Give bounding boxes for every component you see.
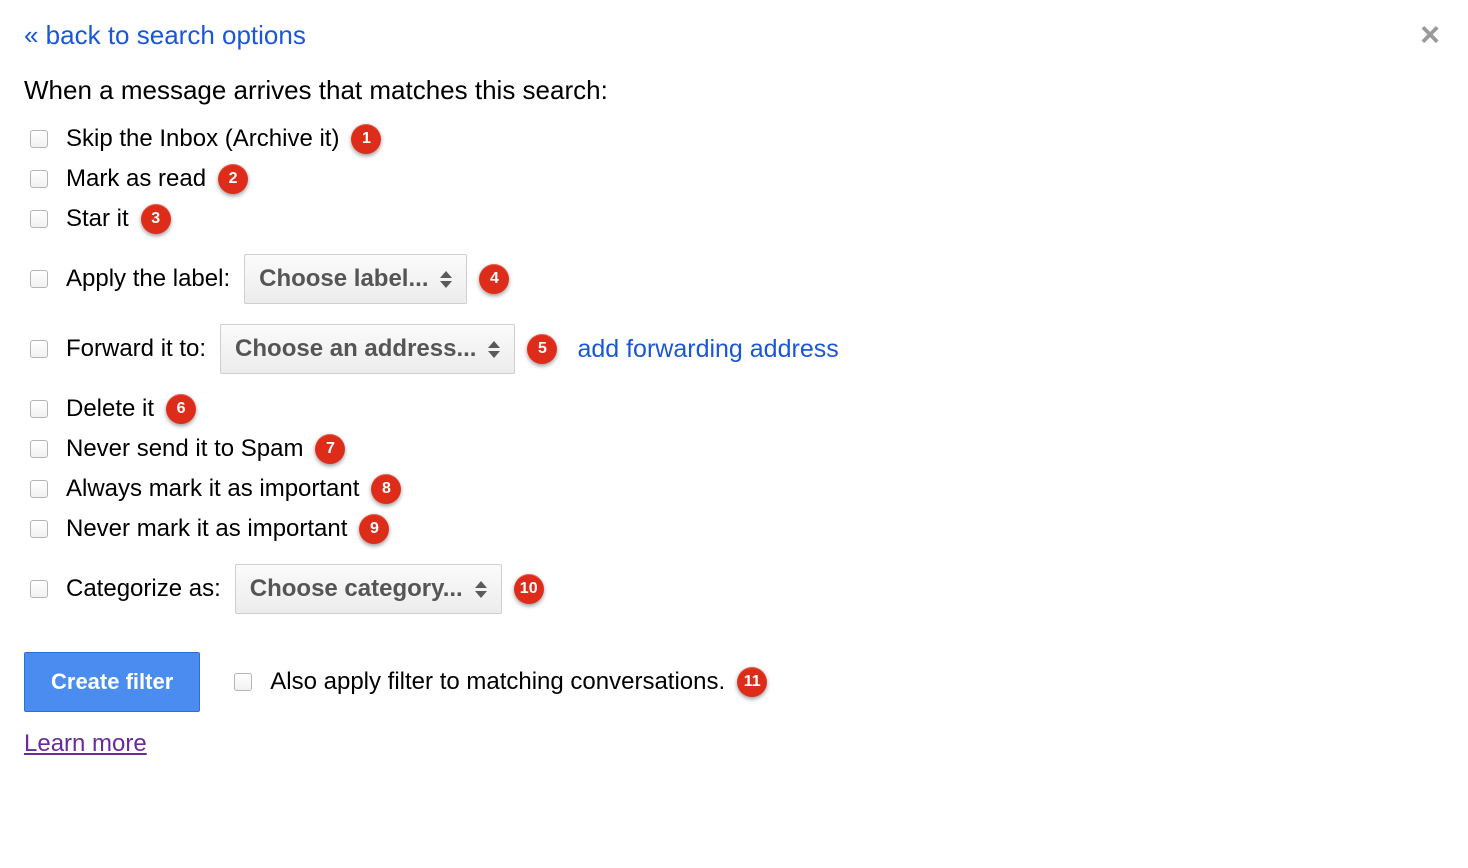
annotation-badge: 4 xyxy=(479,264,509,294)
stepper-icon xyxy=(488,341,500,358)
checkbox-categorize-as[interactable] xyxy=(30,580,48,598)
label-skip-inbox: Skip the Inbox (Archive it) xyxy=(66,125,339,153)
add-forwarding-address-link[interactable]: add forwarding address xyxy=(577,335,838,364)
option-apply-label: Apply the label: Choose label... 4 xyxy=(24,254,1444,304)
label-never-spam: Never send it to Spam xyxy=(66,435,303,463)
checkbox-forward-to[interactable] xyxy=(30,340,48,358)
stepper-icon xyxy=(475,581,487,598)
label-categorize-as: Categorize as: xyxy=(66,575,221,603)
option-star-it: Star it 3 xyxy=(24,204,1444,234)
annotation-badge: 5 xyxy=(527,334,557,364)
checkbox-delete-it[interactable] xyxy=(30,400,48,418)
back-to-search-link[interactable]: « back to search options xyxy=(24,20,306,51)
filter-heading: When a message arrives that matches this… xyxy=(24,75,1444,106)
learn-more-link[interactable]: Learn more xyxy=(24,730,147,758)
checkbox-never-spam[interactable] xyxy=(30,440,48,458)
checkbox-star-it[interactable] xyxy=(30,210,48,228)
option-categorize-as: Categorize as: Choose category... 10 xyxy=(24,564,1444,614)
annotation-badge: 9 xyxy=(359,514,389,544)
label-forward-to: Forward it to: xyxy=(66,335,206,363)
annotation-badge: 2 xyxy=(218,164,248,194)
option-always-important: Always mark it as important 8 xyxy=(24,474,1444,504)
label-delete-it: Delete it xyxy=(66,395,154,423)
checkbox-always-important[interactable] xyxy=(30,480,48,498)
select-choose-label[interactable]: Choose label... xyxy=(244,254,467,304)
label-also-apply: Also apply filter to matching conversati… xyxy=(270,668,725,696)
label-apply-label: Apply the label: xyxy=(66,265,230,293)
label-always-important: Always mark it as important xyxy=(66,475,359,503)
stepper-icon xyxy=(440,271,452,288)
option-skip-inbox: Skip the Inbox (Archive it) 1 xyxy=(24,124,1444,154)
label-never-important: Never mark it as important xyxy=(66,515,347,543)
annotation-badge: 8 xyxy=(371,474,401,504)
select-choose-category[interactable]: Choose category... xyxy=(235,564,502,614)
checkbox-mark-read[interactable] xyxy=(30,170,48,188)
annotation-badge: 3 xyxy=(141,204,171,234)
label-star-it: Star it xyxy=(66,205,129,233)
option-never-spam: Never send it to Spam 7 xyxy=(24,434,1444,464)
create-filter-button[interactable]: Create filter xyxy=(24,652,200,712)
checkbox-never-important[interactable] xyxy=(30,520,48,538)
option-never-important: Never mark it as important 9 xyxy=(24,514,1444,544)
select-choose-category-text: Choose category... xyxy=(250,575,463,603)
annotation-badge: 1 xyxy=(351,124,381,154)
option-delete-it: Delete it 6 xyxy=(24,394,1444,424)
annotation-badge: 11 xyxy=(737,667,767,697)
checkbox-apply-label[interactable] xyxy=(30,270,48,288)
label-mark-read: Mark as read xyxy=(66,165,206,193)
checkbox-also-apply[interactable] xyxy=(234,673,252,691)
select-choose-label-text: Choose label... xyxy=(259,265,428,293)
checkbox-skip-inbox[interactable] xyxy=(30,130,48,148)
annotation-badge: 6 xyxy=(166,394,196,424)
select-choose-address-text: Choose an address... xyxy=(235,335,476,363)
annotation-badge: 10 xyxy=(514,574,544,604)
close-icon[interactable]: × xyxy=(1420,18,1440,52)
annotation-badge: 7 xyxy=(315,434,345,464)
option-mark-read: Mark as read 2 xyxy=(24,164,1444,194)
option-forward-to: Forward it to: Choose an address... 5 ad… xyxy=(24,324,1444,374)
footer-row: Create filter Also apply filter to match… xyxy=(24,652,1444,712)
select-choose-address[interactable]: Choose an address... xyxy=(220,324,515,374)
